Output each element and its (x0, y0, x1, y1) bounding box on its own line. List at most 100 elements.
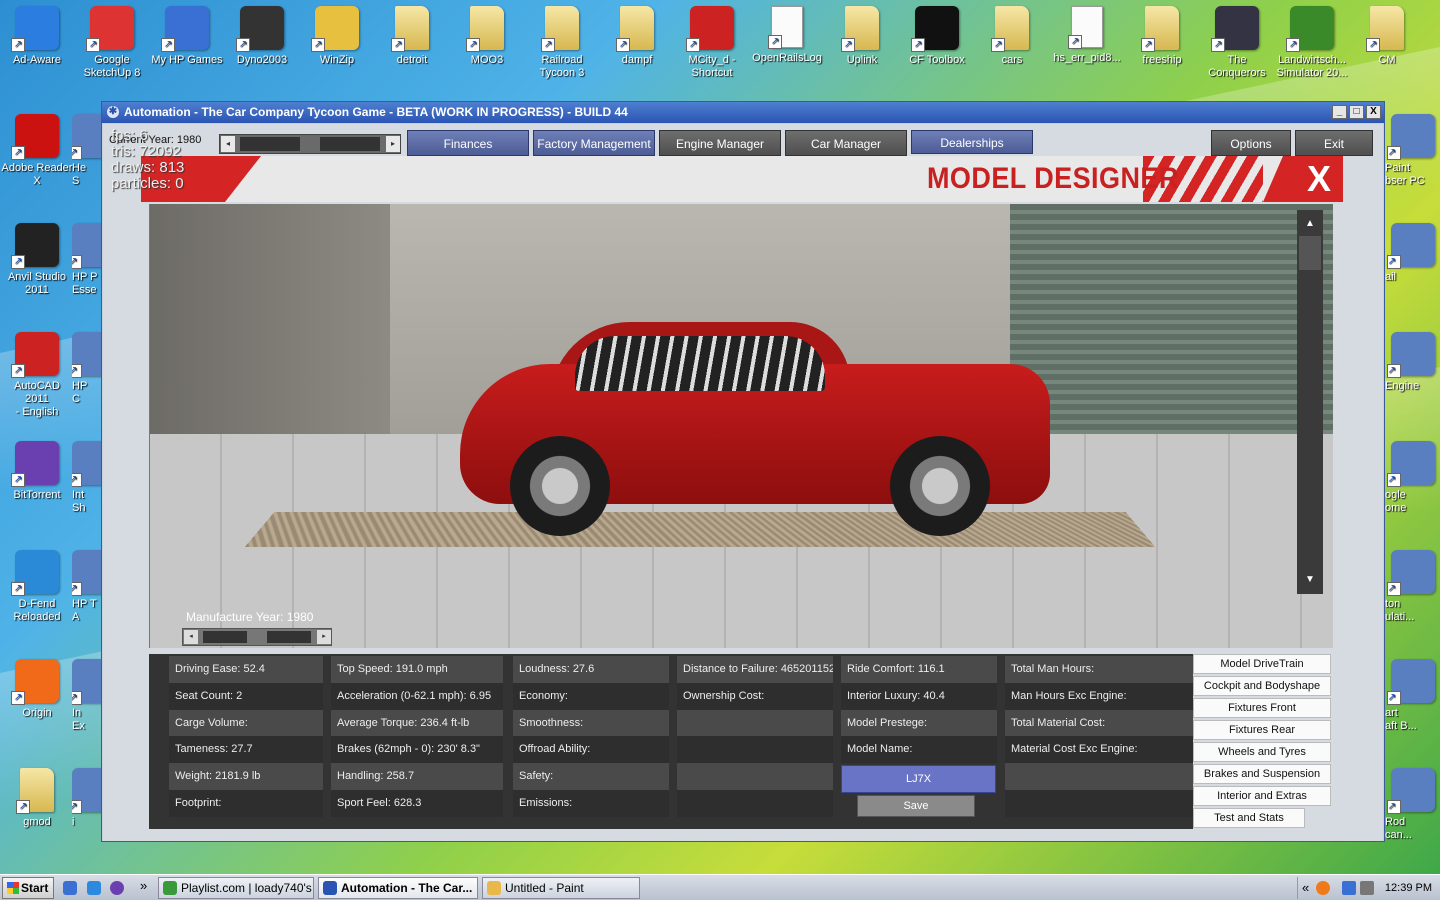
shortcut-arrow-icon: ↗ (16, 800, 30, 814)
network-icon[interactable] (1342, 881, 1356, 895)
desktop-icon-partial[interactable]: ↗ Engine (1385, 326, 1440, 393)
desktop-icon[interactable]: ↗ BitTorrent (1, 435, 73, 502)
volume-icon[interactable] (1360, 881, 1374, 895)
mfg-right-arrow[interactable]: ▸ (317, 630, 331, 644)
mfg-left-arrow[interactable]: ◂ (184, 630, 198, 644)
desktop-icon[interactable]: ↗ CM (1351, 0, 1423, 67)
minimize-button[interactable]: _ (1332, 105, 1347, 119)
desktop-icon-partial[interactable]: ↗ HP C (72, 326, 101, 406)
clock[interactable]: 12:39 PM (1385, 877, 1432, 899)
desktop-icon-partial[interactable]: ↗ In Ex (72, 653, 101, 733)
designer-section-button[interactable]: Model DriveTrain (1193, 654, 1331, 674)
manufacture-year-slider[interactable]: ◂ ▸ (182, 628, 332, 646)
desktop-icon-icon: ↗ (768, 6, 803, 49)
designer-section-button[interactable]: Fixtures Front (1193, 698, 1331, 718)
desktop-icon[interactable]: ↗ Railroad Tycoon 3 (526, 0, 598, 80)
designer-section-button[interactable]: Test and Stats (1193, 808, 1305, 828)
taskbar-task-button[interactable]: Playlist.com | loady740's ... (158, 877, 314, 899)
desktop-icon[interactable]: ↗ MCity_d - Shortcut (676, 0, 748, 80)
desktop-icon-partial[interactable]: ↗ art aft B... (1385, 653, 1440, 733)
desktop-icon[interactable]: ↗ The Conquerors (1201, 0, 1273, 80)
factory-management-button[interactable]: Factory Management (533, 130, 655, 156)
engine-manager-button[interactable]: Engine Manager (659, 130, 781, 156)
exit-button[interactable]: Exit (1295, 130, 1373, 156)
desktop-icon[interactable]: ↗ hs_err_pid8... (1051, 0, 1123, 65)
maximize-button[interactable]: □ (1349, 105, 1364, 119)
save-button[interactable]: Save (857, 795, 975, 818)
stat-cell: Acceleration (0-62.1 mph): 6.95 (331, 682, 503, 710)
year-right-arrow[interactable]: ▸ (386, 136, 400, 152)
desktop-icon-partial[interactable]: ↗ Int Sh (72, 435, 101, 515)
desktop-icon[interactable]: ↗ gmod (1, 762, 73, 829)
scroll-thumb[interactable] (1299, 236, 1321, 270)
desktop-icon-partial[interactable]: ↗ ail (1385, 217, 1440, 284)
desktop-icon-label: gmod (23, 816, 51, 828)
designer-section-button[interactable]: Fixtures Rear (1193, 720, 1331, 740)
desktop-icon-label: Adobe Reader X (1, 162, 73, 187)
quicklaunch-app-icon[interactable] (110, 881, 124, 895)
desktop-icon[interactable]: ↗ CF Toolbox (901, 0, 973, 67)
desktop-icon[interactable]: ↗ Dyno2003 (226, 0, 298, 67)
desktop-icon-partial[interactable]: ↗ HP T A (72, 544, 101, 624)
taskbar-task-button[interactable]: Untitled - Paint (482, 877, 640, 899)
designer-section-button[interactable]: Interior and Extras (1193, 786, 1331, 806)
desktop-icon[interactable]: ↗ freeship (1126, 0, 1198, 67)
stat-cell: Seat Count: 2 (169, 682, 323, 710)
desktop-icon-partial[interactable]: ↗ ogle ome (1385, 435, 1440, 515)
desktop-icon[interactable]: ↗ Anvil Studio 2011 (1, 217, 73, 297)
options-button[interactable]: Options (1211, 130, 1291, 156)
desktop-icon-icon: ↗ (11, 441, 59, 487)
start-button[interactable]: Start (2, 877, 54, 899)
desktop-icon[interactable]: ↗ WinZip (301, 0, 373, 67)
window-titlebar[interactable]: ✱ Automation - The Car Company Tycoon Ga… (102, 102, 1384, 123)
desktop-icon[interactable]: ↗ Google SketchUp 8 (76, 0, 148, 80)
stat-cell: Interior Luxury: 40.4 (841, 682, 997, 710)
scroll-up-arrow[interactable]: ▲ (1297, 214, 1323, 234)
desktop-icon-partial[interactable]: ↗ HP P Esse (72, 217, 101, 297)
car-manager-button[interactable]: Car Manager (785, 130, 907, 156)
tray-expand-icon[interactable]: « (1302, 877, 1309, 899)
car-3d-viewport[interactable]: ▲ ▼ Manufacture Year: 1980 ◂ ▸ (149, 204, 1333, 648)
desktop-icon[interactable]: ↗ D-Fend Reloaded (1, 544, 73, 624)
desktop-icon[interactable]: ↗ detroit (376, 0, 448, 67)
desktop-icon[interactable]: ↗ dampf (601, 0, 673, 67)
designer-close-button[interactable]: X (1307, 158, 1331, 200)
desktop-icon[interactable]: ↗ Origin (1, 653, 73, 720)
windows-logo-icon (7, 882, 19, 894)
taskbar-task-button[interactable]: Automation - The Car... (318, 877, 478, 899)
desktop-icon-partial[interactable]: ↗ i (72, 762, 101, 829)
current-year-slider[interactable]: ◂ ▸ (219, 134, 401, 154)
desktop-icon-icon: ↗ (161, 6, 209, 52)
desktop-icon-label: HP T A (72, 598, 97, 623)
model-name-field[interactable]: LJ7X (841, 765, 996, 794)
desktop-icon[interactable]: ↗ AutoCAD 2011 - English (1, 326, 73, 419)
desktop-icon[interactable]: ↗ MOO3 (451, 0, 523, 67)
taskbar: Start » Playlist.com | loady740's ... Aut… (0, 874, 1440, 900)
quicklaunch-more-icon[interactable]: » (140, 878, 147, 893)
desktop-icon-label: Landwirtsch... Simulator 20... (1276, 54, 1348, 79)
desktop-icon[interactable]: ↗ My HP Games (151, 0, 223, 67)
viewport-scrollbar[interactable]: ▲ ▼ (1297, 210, 1323, 594)
year-left-arrow[interactable]: ◂ (221, 136, 235, 152)
dealerships-button[interactable]: Dealerships (911, 130, 1033, 154)
desktop-icon-partial[interactable]: ↗ He S (72, 108, 101, 188)
close-button[interactable]: X (1366, 105, 1381, 119)
internet-explorer-icon[interactable] (87, 881, 101, 895)
finances-button[interactable]: Finances (407, 130, 529, 156)
scroll-down-arrow[interactable]: ▼ (1297, 570, 1323, 590)
desktop-icon-partial[interactable]: ↗ Paint bser PC (1385, 108, 1440, 188)
desktop-icon[interactable]: ↗ cars (976, 0, 1048, 67)
desktop-icon[interactable]: ↗ Adobe Reader X (1, 108, 73, 188)
designer-section-button[interactable]: Wheels and Tyres (1193, 742, 1331, 762)
desktop-icon[interactable]: ↗ Ad-Aware (1, 0, 73, 67)
desktop-icon-partial[interactable]: ↗ Rod can... (1385, 762, 1440, 842)
designer-section-button[interactable]: Brakes and Suspension (1193, 764, 1331, 784)
desktop-icon[interactable]: ↗ Landwirtsch... Simulator 20... (1276, 0, 1348, 80)
show-desktop-icon[interactable] (63, 881, 77, 895)
shortcut-arrow-icon: ↗ (72, 473, 82, 487)
desktop-icon[interactable]: ↗ Uplink (826, 0, 898, 67)
tray-app-icon[interactable] (1316, 881, 1330, 895)
desktop-icon-partial[interactable]: ↗ ton ulati... (1385, 544, 1440, 624)
designer-section-button[interactable]: Cockpit and Bodyshape (1193, 676, 1331, 696)
desktop-icon[interactable]: ↗ OpenRailsLog (751, 0, 823, 65)
